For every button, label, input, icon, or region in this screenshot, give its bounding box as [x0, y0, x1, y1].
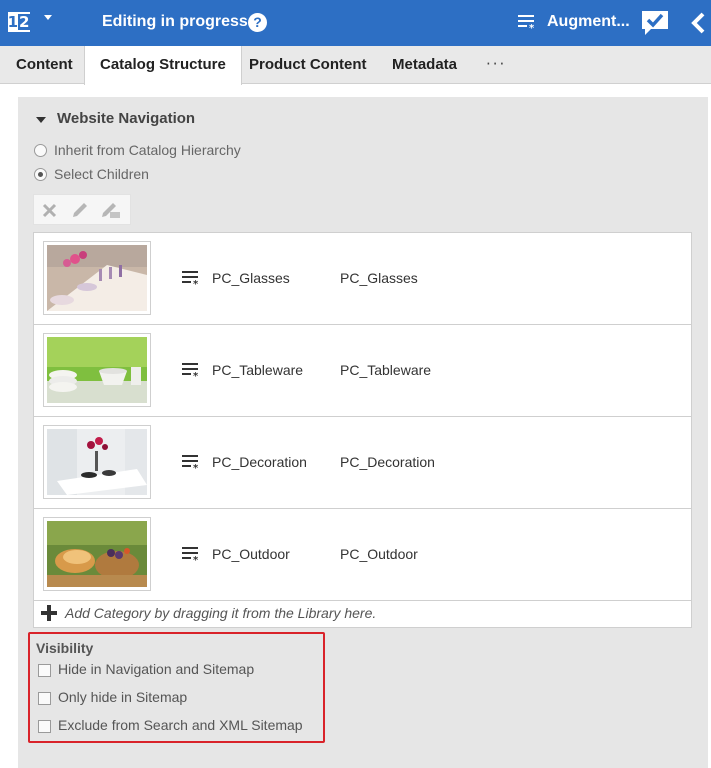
category-id: PC_Glasses — [340, 270, 418, 286]
exclude-search-label[interactable]: Exclude from Search and XML Sitemap — [58, 717, 303, 733]
logo-digit: 1 — [7, 13, 18, 31]
category-icon: * — [182, 363, 199, 379]
category-id: PC_Outdoor — [340, 546, 418, 562]
category-name: PC_Tableware — [212, 362, 304, 378]
list-item[interactable]: * PC_Tableware PC_Tableware — [34, 325, 691, 417]
list-item[interactable]: * PC_Decoration PC_Decoration — [34, 417, 691, 509]
svg-text:*: * — [193, 555, 199, 563]
svg-text:*: * — [193, 463, 199, 471]
top-bar: 1 2 Editing in progress ? * Augment... — [0, 0, 711, 46]
category-name: PC_Decoration — [212, 454, 307, 470]
logo-digit: 2 — [18, 13, 31, 31]
collapse-caret-icon[interactable] — [36, 117, 46, 123]
augment-icon[interactable]: * — [518, 15, 540, 31]
more-tabs-button[interactable]: ··· — [486, 46, 506, 84]
clear-icon[interactable] — [100, 202, 122, 219]
category-thumbnail — [43, 333, 151, 407]
tab-content[interactable]: Content — [16, 46, 73, 84]
svg-text:*: * — [193, 371, 199, 379]
plus-icon — [41, 605, 57, 621]
edit-status: Editing in progress — [102, 13, 248, 30]
edit-icon[interactable] — [71, 202, 89, 219]
svg-text:*: * — [193, 279, 199, 287]
radio-select-children[interactable] — [34, 168, 47, 181]
website-navigation-title[interactable]: Website Navigation — [57, 110, 195, 127]
category-thumbnail — [43, 517, 151, 591]
chevron-down-icon[interactable] — [44, 15, 52, 20]
category-list: * PC_Glasses PC_Glasses * PC_Tableware P… — [33, 232, 692, 628]
hide-sitemap-checkbox[interactable] — [38, 692, 51, 705]
category-id: PC_Tableware — [340, 362, 432, 378]
category-id: PC_Decoration — [340, 454, 435, 470]
check-comment-icon[interactable] — [641, 10, 669, 36]
category-icon: * — [182, 455, 199, 471]
category-thumbnail — [43, 241, 151, 315]
category-thumbnail — [43, 425, 151, 499]
tab-catalog-structure[interactable]: Catalog Structure — [84, 46, 242, 85]
visibility-title: Visibility — [36, 640, 94, 656]
app-logo[interactable]: 1 2 — [7, 12, 31, 32]
chevron-left-icon[interactable] — [690, 12, 706, 34]
category-icon: * — [182, 271, 199, 287]
tab-product-content[interactable]: Product Content — [249, 46, 367, 84]
radio-inherit-label[interactable]: Inherit from Catalog Hierarchy — [54, 142, 241, 158]
add-category-dropzone[interactable]: Add Category by dragging it from the Lib… — [34, 601, 691, 627]
radio-inherit[interactable] — [34, 144, 47, 157]
hide-navigation-checkbox[interactable] — [38, 664, 51, 677]
augment-button[interactable]: Augment... — [547, 13, 630, 31]
add-category-hint: Add Category by dragging it from the Lib… — [65, 605, 377, 621]
category-name: PC_Glasses — [212, 270, 290, 286]
list-item[interactable]: * PC_Glasses PC_Glasses — [34, 233, 691, 325]
hide-navigation-label[interactable]: Hide in Navigation and Sitemap — [58, 661, 254, 677]
hide-sitemap-label[interactable]: Only hide in Sitemap — [58, 689, 187, 705]
category-name: PC_Outdoor — [212, 546, 290, 562]
tab-bar: Content Catalog Structure Product Conten… — [0, 46, 711, 85]
list-item[interactable]: * PC_Outdoor PC_Outdoor — [34, 509, 691, 601]
svg-text:*: * — [529, 23, 535, 31]
visibility-section: Visibility Hide in Navigation and Sitema… — [28, 632, 325, 743]
radio-select-children-label[interactable]: Select Children — [54, 166, 149, 182]
help-icon[interactable]: ? — [248, 13, 267, 32]
delete-icon[interactable] — [42, 203, 57, 218]
tab-metadata[interactable]: Metadata — [392, 46, 457, 84]
list-toolbar — [33, 194, 131, 225]
exclude-search-checkbox[interactable] — [38, 720, 51, 733]
category-icon: * — [182, 547, 199, 563]
